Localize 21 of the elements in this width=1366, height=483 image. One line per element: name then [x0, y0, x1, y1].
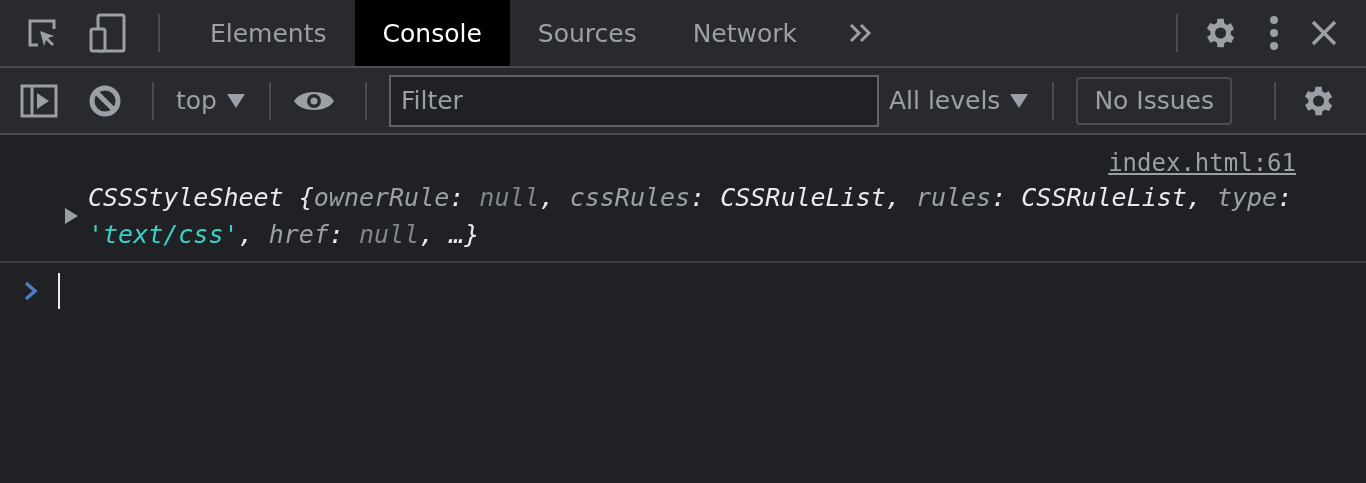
text-cursor: [58, 273, 60, 309]
context-dropdown[interactable]: top: [176, 86, 259, 115]
log-message: CSSStyleSheet {ownerRule: null, cssRules: CSSRuleList, rules: CSSRuleList, type: 'text/css', href: null, …}: [88, 182, 1294, 251]
caret-icon: [1010, 92, 1029, 109]
sidebar-toggle-icon[interactable]: [20, 83, 58, 118]
chevron-double-icon[interactable]: [849, 22, 874, 44]
levels-dropdown[interactable]: All levels: [888, 86, 1043, 115]
tab[interactable]: Network: [664, 0, 826, 66]
source-link[interactable]: index.html:61: [1108, 149, 1296, 177]
tab[interactable]: Console: [354, 0, 510, 66]
tab[interactable]: Elements: [182, 0, 355, 66]
issues-button[interactable]: No Issues: [1076, 76, 1232, 125]
tab[interactable]: Sources: [509, 0, 665, 66]
device-toggle-icon[interactable]: [88, 13, 128, 53]
prompt-chevron-icon: [24, 281, 38, 301]
filter-field[interactable]: Filter: [388, 74, 879, 127]
clear-icon[interactable]: [88, 83, 122, 118]
close-icon[interactable]: [1310, 19, 1338, 47]
caret-icon: [226, 92, 245, 109]
collapsed-triangle-icon[interactable]: [64, 208, 78, 224]
more-menu-icon[interactable]: [1268, 15, 1280, 51]
